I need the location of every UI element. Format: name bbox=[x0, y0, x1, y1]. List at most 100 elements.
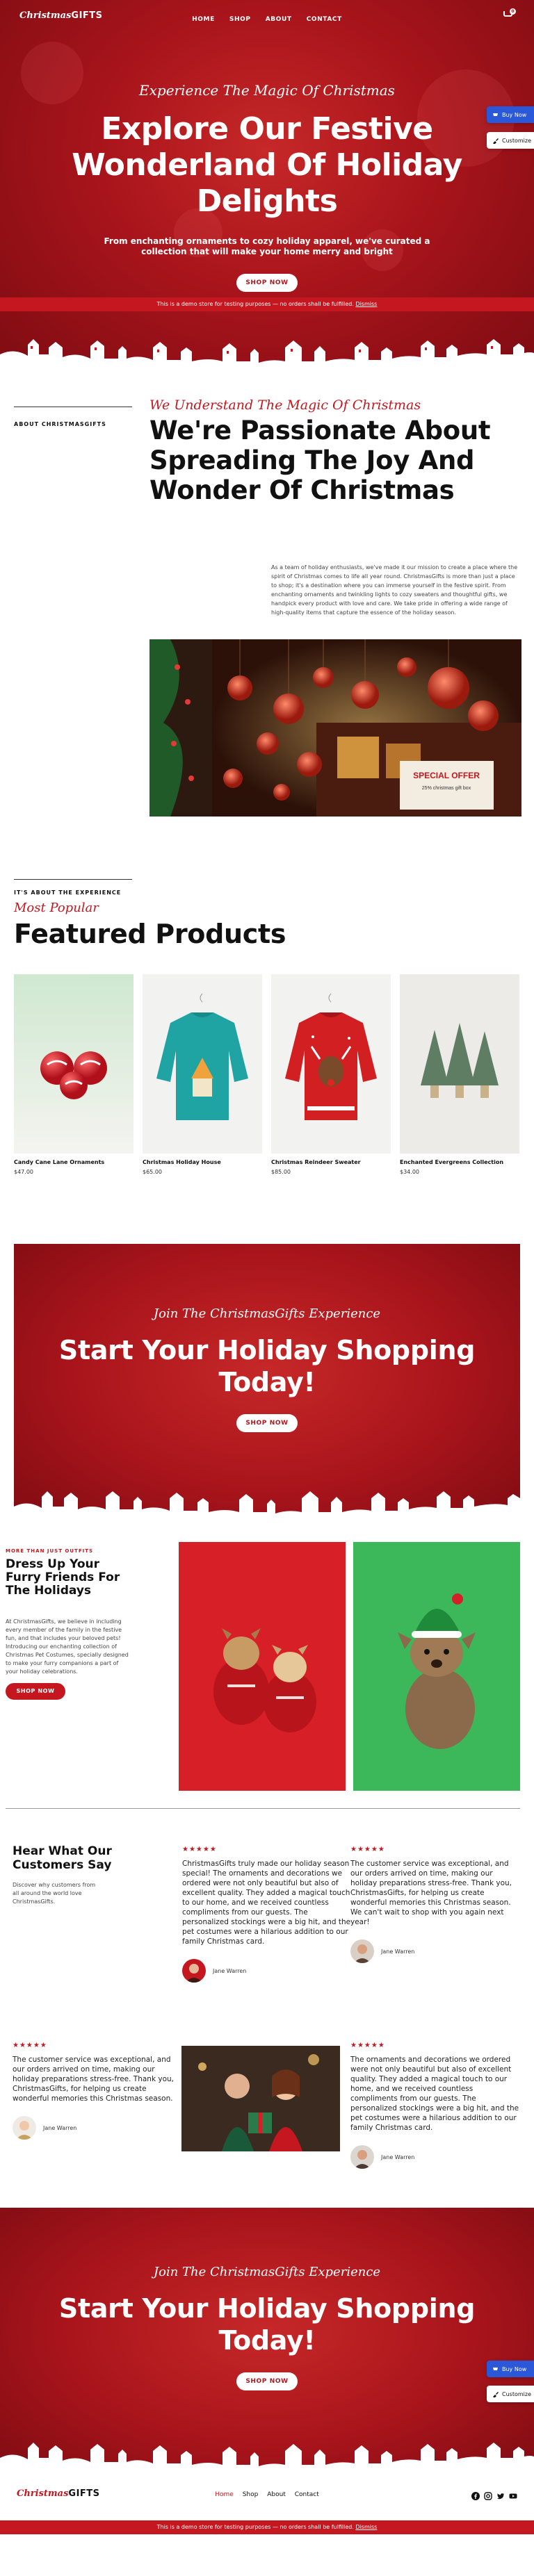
cart-icon[interactable]: 0 bbox=[502, 8, 516, 21]
cart-count-badge: 0 bbox=[510, 8, 516, 15]
product-name: Christmas Reindeer Sweater bbox=[271, 1159, 361, 1165]
product-image-reindeer-sweater bbox=[271, 974, 391, 1154]
demo-dismiss-link[interactable]: Dismiss bbox=[355, 2524, 377, 2530]
buy-now-floating-button[interactable]: Buy Now bbox=[487, 106, 534, 123]
cta-background: Join The ChristmasGifts Experience Start… bbox=[14, 1244, 520, 1526]
rating-stars: ★★★★★ bbox=[182, 1846, 217, 1853]
testimonial-author: Jane Warren bbox=[43, 2124, 77, 2131]
dog-in-elf-hat-photo bbox=[353, 1542, 520, 1791]
footer-nav: Home Shop About Contact bbox=[0, 2491, 534, 2498]
top-nav: ChristmasGIFTS HOME SHOP ABOUT CONTACT 0 bbox=[0, 0, 534, 31]
product-name: Enchanted Evergreens Collection bbox=[400, 1159, 504, 1165]
youtube-icon[interactable] bbox=[509, 2490, 517, 2499]
testimonial-quote: The customer service was exceptional, an… bbox=[350, 1860, 512, 1926]
cart-mini-icon bbox=[492, 112, 499, 118]
snowy-village-divider bbox=[0, 339, 534, 375]
testimonial-author: Jane Warren bbox=[381, 2153, 415, 2160]
instagram-icon[interactable] bbox=[484, 2490, 492, 2500]
cta-background: Join The ChristmasGifts Experience Start… bbox=[0, 2208, 534, 2479]
pet-costumes-section: MORE THAN JUST OUTFITS Dress Up Your Fur… bbox=[0, 1526, 534, 1814]
customize-floating-button[interactable]: Customize bbox=[487, 2386, 534, 2402]
product-card[interactable]: Enchanted Evergreens Collection $34.00 bbox=[400, 974, 519, 1175]
testimonial-card: ★★★★★ The ornaments and decorations we o… bbox=[350, 2042, 521, 2169]
shop-sign-subtext: 25% christmas gift box bbox=[422, 786, 471, 791]
dogs-in-sweaters-photo bbox=[179, 1542, 346, 1791]
demo-notice-text: This is a demo store for testing purpose… bbox=[156, 2524, 354, 2530]
site-logo[interactable]: ChristmasGIFTS bbox=[19, 10, 103, 21]
demo-notice-text: This is a demo store for testing purpose… bbox=[156, 301, 354, 307]
about-script-heading: We Understand The Magic Of Christmas bbox=[149, 397, 421, 413]
product-card[interactable]: Christmas Holiday House $65.00 bbox=[143, 974, 262, 1175]
customize-floating-button[interactable]: Customize bbox=[487, 132, 534, 149]
demo-notice-bar: This is a demo store for testing purpose… bbox=[0, 297, 534, 311]
featured-products-section: IT'S ABOUT THE EXPERIENCE Most Popular F… bbox=[0, 869, 534, 1244]
footer-link-about[interactable]: About bbox=[267, 2491, 286, 2498]
product-card[interactable]: Candy Cane Lane Ornaments $47.00 bbox=[14, 974, 134, 1175]
hero-description: From enchanting ornaments to cozy holida… bbox=[104, 236, 430, 256]
cta-script-heading: Join The ChristmasGifts Experience bbox=[153, 2265, 381, 2279]
nav-link-shop[interactable]: SHOP bbox=[229, 16, 251, 23]
product-name: Candy Cane Lane Ornaments bbox=[14, 1159, 105, 1165]
social-links bbox=[471, 2490, 517, 2500]
footer-link-home[interactable]: Home bbox=[215, 2491, 234, 2498]
twitter-icon[interactable] bbox=[496, 2490, 505, 2500]
snowy-village-divider bbox=[14, 1491, 520, 1526]
product-price: $85.00 bbox=[271, 1169, 291, 1175]
testimonial-card: ★★★★★ The customer service was exception… bbox=[350, 1846, 521, 1963]
about-section: ABOUT CHRISTMASGIFTS We Understand The M… bbox=[0, 375, 534, 869]
hero-script-heading: Experience The Magic Of Christmas bbox=[139, 82, 395, 99]
testimonial-author: Jane Warren bbox=[213, 1967, 247, 1974]
section-divider bbox=[6, 1808, 520, 1809]
avatar bbox=[13, 2116, 36, 2140]
cta-title: Start Your Holiday Shopping Today! bbox=[58, 1335, 476, 1397]
products-title: Featured Products bbox=[14, 919, 286, 949]
testimonial-quote: The ornaments and decorations we ordered… bbox=[350, 2056, 519, 2132]
brush-icon bbox=[492, 2391, 499, 2398]
christmas-shop-photo: SPECIAL OFFER 25% christmas gift box bbox=[149, 639, 521, 817]
product-image-ornaments bbox=[14, 974, 134, 1154]
site-footer: ChristmasGIFTS Home Shop About Contact T… bbox=[0, 2479, 534, 2534]
about-title: We're Passionate About Spreading The Joy… bbox=[149, 416, 491, 505]
product-card[interactable]: Christmas Reindeer Sweater $85.00 bbox=[271, 974, 391, 1175]
couple-with-gift-photo bbox=[181, 2046, 340, 2151]
testimonial-card: ★★★★★ The customer service was exception… bbox=[13, 2042, 183, 2140]
cta-shop-now-button[interactable]: SHOP NOW bbox=[236, 2372, 298, 2390]
facebook-icon[interactable] bbox=[471, 2490, 480, 2500]
cta-shop-now-button[interactable]: SHOP NOW bbox=[236, 1414, 298, 1432]
nav-link-about[interactable]: ABOUT bbox=[266, 16, 292, 23]
shop-sign-text: SPECIAL OFFER bbox=[413, 771, 480, 780]
testimonials-lead: Discover why customers from all around t… bbox=[13, 1882, 96, 1905]
nav-link-contact[interactable]: CONTACT bbox=[307, 16, 342, 23]
testimonial-quote: The customer service was exceptional, an… bbox=[13, 2056, 174, 2103]
buy-now-floating-button[interactable]: Buy Now bbox=[487, 2361, 534, 2377]
testimonial-quote: ChristmasGifts truly made our holiday se… bbox=[182, 1860, 351, 1946]
about-kicker: ABOUT CHRISTMASGIFTS bbox=[14, 421, 106, 427]
product-name: Christmas Holiday House bbox=[143, 1159, 221, 1165]
footer-link-shop[interactable]: Shop bbox=[243, 2491, 259, 2498]
snowy-village-divider bbox=[0, 2443, 534, 2479]
cart-mini-icon bbox=[492, 2366, 499, 2372]
demo-dismiss-link[interactable]: Dismiss bbox=[355, 301, 377, 307]
cta-title: Start Your Holiday Shopping Today! bbox=[58, 2293, 476, 2356]
rating-stars: ★★★★★ bbox=[350, 2042, 385, 2049]
hero-section: ChristmasGIFTS HOME SHOP ABOUT CONTACT 0… bbox=[0, 0, 534, 375]
testimonials-title: Hear What Our Customers Say bbox=[13, 1844, 112, 1872]
pet-kicker: MORE THAN JUST OUTFITS bbox=[6, 1548, 94, 1554]
pet-shop-now-button[interactable]: SHOP NOW bbox=[6, 1683, 65, 1700]
about-body: As a team of holiday enthusiasts, we've … bbox=[271, 564, 518, 616]
rating-stars: ★★★★★ bbox=[13, 2042, 47, 2049]
testimonials-section: Hear What Our Customers Say Discover why… bbox=[0, 1814, 534, 2208]
product-price: $65.00 bbox=[143, 1169, 162, 1175]
testimonial-author: Jane Warren bbox=[381, 1948, 415, 1955]
products-script-heading: Most Popular bbox=[14, 901, 99, 915]
product-image-evergreens bbox=[400, 974, 519, 1154]
avatar bbox=[350, 2145, 374, 2169]
product-image-holiday-house-sweater bbox=[143, 974, 262, 1154]
nav-link-home[interactable]: HOME bbox=[192, 16, 215, 23]
testimonial-card: ★★★★★ ChristmasGifts truly made our holi… bbox=[182, 1846, 353, 1983]
product-price: $47.00 bbox=[14, 1169, 33, 1175]
avatar bbox=[182, 1959, 206, 1983]
footer-link-contact[interactable]: Contact bbox=[295, 2491, 319, 2498]
hero-shop-now-button[interactable]: SHOP NOW bbox=[236, 274, 298, 292]
hero-title: Explore Our Festive Wonderland Of Holida… bbox=[72, 111, 462, 219]
